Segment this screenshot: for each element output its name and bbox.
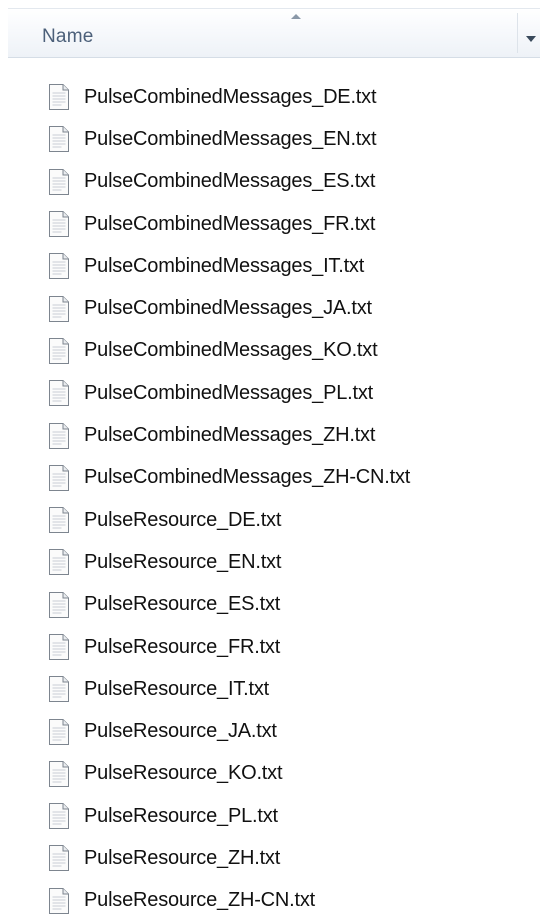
column-title: Name bbox=[42, 26, 94, 47]
text-file-icon bbox=[49, 887, 69, 914]
file-name: PulseResource_FR.txt bbox=[84, 635, 281, 658]
file-list-item[interactable]: PulseCombinedMessages_JA.txt bbox=[46, 287, 526, 329]
file-name: PulseCombinedMessages_DE.txt bbox=[84, 85, 377, 108]
file-list-item[interactable]: PulseResource_FR.txt bbox=[46, 626, 526, 668]
file-name: PulseCombinedMessages_ZH-CN.txt bbox=[84, 466, 411, 489]
file-list-item[interactable]: PulseCombinedMessages_FR.txt bbox=[46, 203, 526, 245]
name-column-header[interactable]: Name bbox=[8, 8, 540, 58]
file-name: PulseResource_DE.txt bbox=[84, 508, 282, 531]
text-file-icon bbox=[49, 464, 69, 491]
file-list-item[interactable]: PulseResource_EN.txt bbox=[46, 541, 526, 583]
file-name: PulseResource_ZH-CN.txt bbox=[84, 889, 316, 912]
file-name: PulseResource_KO.txt bbox=[84, 762, 283, 785]
text-file-icon bbox=[49, 676, 69, 703]
file-name: PulseResource_ZH.txt bbox=[84, 846, 281, 869]
text-file-icon bbox=[49, 253, 69, 280]
file-name: PulseResource_ES.txt bbox=[84, 593, 281, 616]
file-name: PulseCombinedMessages_IT.txt bbox=[84, 254, 365, 277]
text-file-icon bbox=[49, 718, 69, 745]
file-list-item[interactable]: PulseCombinedMessages_PL.txt bbox=[46, 372, 526, 414]
file-name: PulseCombinedMessages_KO.txt bbox=[84, 339, 378, 362]
file-list-item[interactable]: PulseCombinedMessages_EN.txt bbox=[46, 118, 526, 160]
column-separator bbox=[517, 13, 518, 53]
column-dropdown-icon[interactable] bbox=[526, 36, 536, 42]
text-file-icon bbox=[49, 126, 69, 153]
file-name: PulseCombinedMessages_JA.txt bbox=[84, 297, 372, 320]
file-list-item[interactable]: PulseCombinedMessages_ES.txt bbox=[46, 161, 526, 203]
file-list-item[interactable]: PulseResource_PL.txt bbox=[46, 795, 526, 837]
text-file-icon bbox=[49, 211, 69, 238]
text-file-icon bbox=[49, 380, 69, 407]
file-name: PulseCombinedMessages_EN.txt bbox=[84, 127, 377, 150]
file-list-item[interactable]: PulseResource_KO.txt bbox=[46, 753, 526, 795]
text-file-icon bbox=[49, 845, 69, 872]
text-file-icon bbox=[49, 422, 69, 449]
file-list-item[interactable]: PulseResource_ZH.txt bbox=[46, 837, 526, 879]
text-file-icon bbox=[49, 295, 69, 322]
file-list-item[interactable]: PulseResource_DE.txt bbox=[46, 499, 526, 541]
file-list-item[interactable]: PulseCombinedMessages_ZH.txt bbox=[46, 414, 526, 456]
file-list-item[interactable]: PulseResource_JA.txt bbox=[46, 710, 526, 752]
text-file-icon bbox=[49, 549, 69, 576]
file-name: PulseResource_EN.txt bbox=[84, 550, 282, 573]
file-list: PulseCombinedMessages_DE.txt PulseCombin… bbox=[46, 76, 526, 922]
file-name: PulseResource_PL.txt bbox=[84, 804, 278, 827]
text-file-icon bbox=[49, 337, 69, 364]
file-name: PulseResource_JA.txt bbox=[84, 720, 277, 743]
sort-ascending-icon bbox=[291, 14, 301, 19]
file-list-item[interactable]: PulseCombinedMessages_IT.txt bbox=[46, 245, 526, 287]
file-list-item[interactable]: PulseResource_IT.txt bbox=[46, 668, 526, 710]
text-file-icon bbox=[49, 760, 69, 787]
file-explorer-pane: Name PulseCombinedMessages_DE.txt PulseC… bbox=[0, 0, 540, 915]
text-file-icon bbox=[49, 507, 69, 534]
file-name: PulseCombinedMessages_PL.txt bbox=[84, 381, 373, 404]
text-file-icon bbox=[49, 803, 69, 830]
file-name: PulseCombinedMessages_FR.txt bbox=[84, 212, 376, 235]
text-file-icon bbox=[49, 168, 69, 195]
file-list-item[interactable]: PulseCombinedMessages_ZH-CN.txt bbox=[46, 457, 526, 499]
file-list-item[interactable]: PulseResource_ES.txt bbox=[46, 584, 526, 626]
file-name: PulseResource_IT.txt bbox=[84, 677, 269, 700]
file-name: PulseCombinedMessages_ES.txt bbox=[84, 170, 376, 193]
text-file-icon bbox=[49, 591, 69, 618]
text-file-icon bbox=[49, 634, 69, 660]
file-list-item[interactable]: PulseResource_ZH-CN.txt bbox=[46, 880, 526, 922]
file-name: PulseCombinedMessages_ZH.txt bbox=[84, 424, 376, 447]
file-list-item[interactable]: PulseCombinedMessages_KO.txt bbox=[46, 330, 526, 372]
file-list-item[interactable]: PulseCombinedMessages_DE.txt bbox=[46, 76, 526, 118]
text-file-icon bbox=[49, 84, 69, 111]
